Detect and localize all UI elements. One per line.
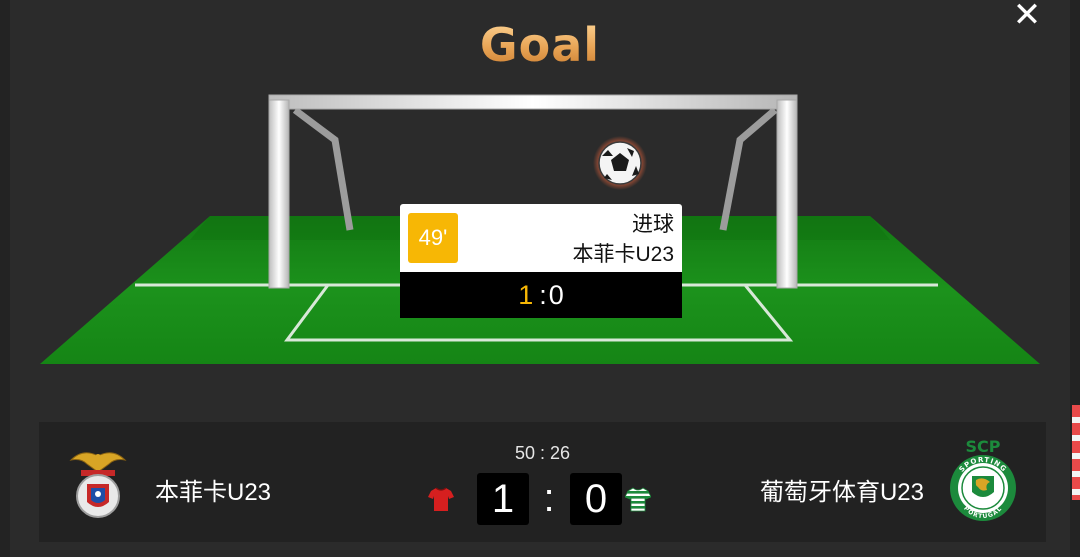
away-team-name: 葡萄牙体育U23 [759, 479, 924, 506]
event-team-name: 本菲卡U23 [572, 243, 674, 266]
event-minute-badge: 49' [408, 213, 458, 263]
event-score-home: 1 [518, 279, 534, 310]
background-page-edge-left [0, 0, 10, 557]
goal-post-left [268, 99, 290, 289]
event-score-separator: : [539, 279, 547, 310]
background-side-tab [1072, 405, 1080, 500]
away-team-logo: SCP SPORTING PORTUGAL [950, 437, 1016, 521]
match-clock: 50 : 26 [514, 443, 571, 463]
striped-green-shirt-icon [625, 487, 651, 512]
close-icon[interactable]: ✕ [1012, 0, 1042, 32]
event-type-label: 进球 [632, 213, 674, 236]
home-score: 1 [477, 473, 529, 525]
match-info-bar: 本菲卡U23 50 : 26 1 : 0 葡萄牙体育U23 SCP SPORTI… [39, 422, 1046, 542]
soccer-ball-icon [593, 136, 647, 190]
away-score: 0 [570, 473, 622, 525]
home-team-name: 本菲卡U23 [155, 479, 272, 506]
goal-back-support-right [719, 107, 778, 231]
away-logo-initials: SCP [966, 437, 1001, 456]
goal-crossbar [268, 94, 798, 110]
goal-event-info: 49' 进球 本菲卡U23 [400, 204, 682, 272]
red-shirt-icon [428, 487, 454, 511]
goal-animation-modal: Goal ✕ 49' 进球 本菲卡U23 1 : 0 本菲卡U23 50 : 2… [10, 0, 1070, 557]
goal-back-support-left [292, 107, 354, 231]
modal-title: Goal [10, 18, 1070, 72]
goal-post-right [776, 99, 798, 289]
event-score-away: 0 [548, 279, 564, 310]
goal-event-card: 49' 进球 本菲卡U23 1 : 0 [400, 204, 682, 318]
event-score: 1 : 0 [400, 272, 682, 318]
score-separator: : [543, 476, 555, 520]
